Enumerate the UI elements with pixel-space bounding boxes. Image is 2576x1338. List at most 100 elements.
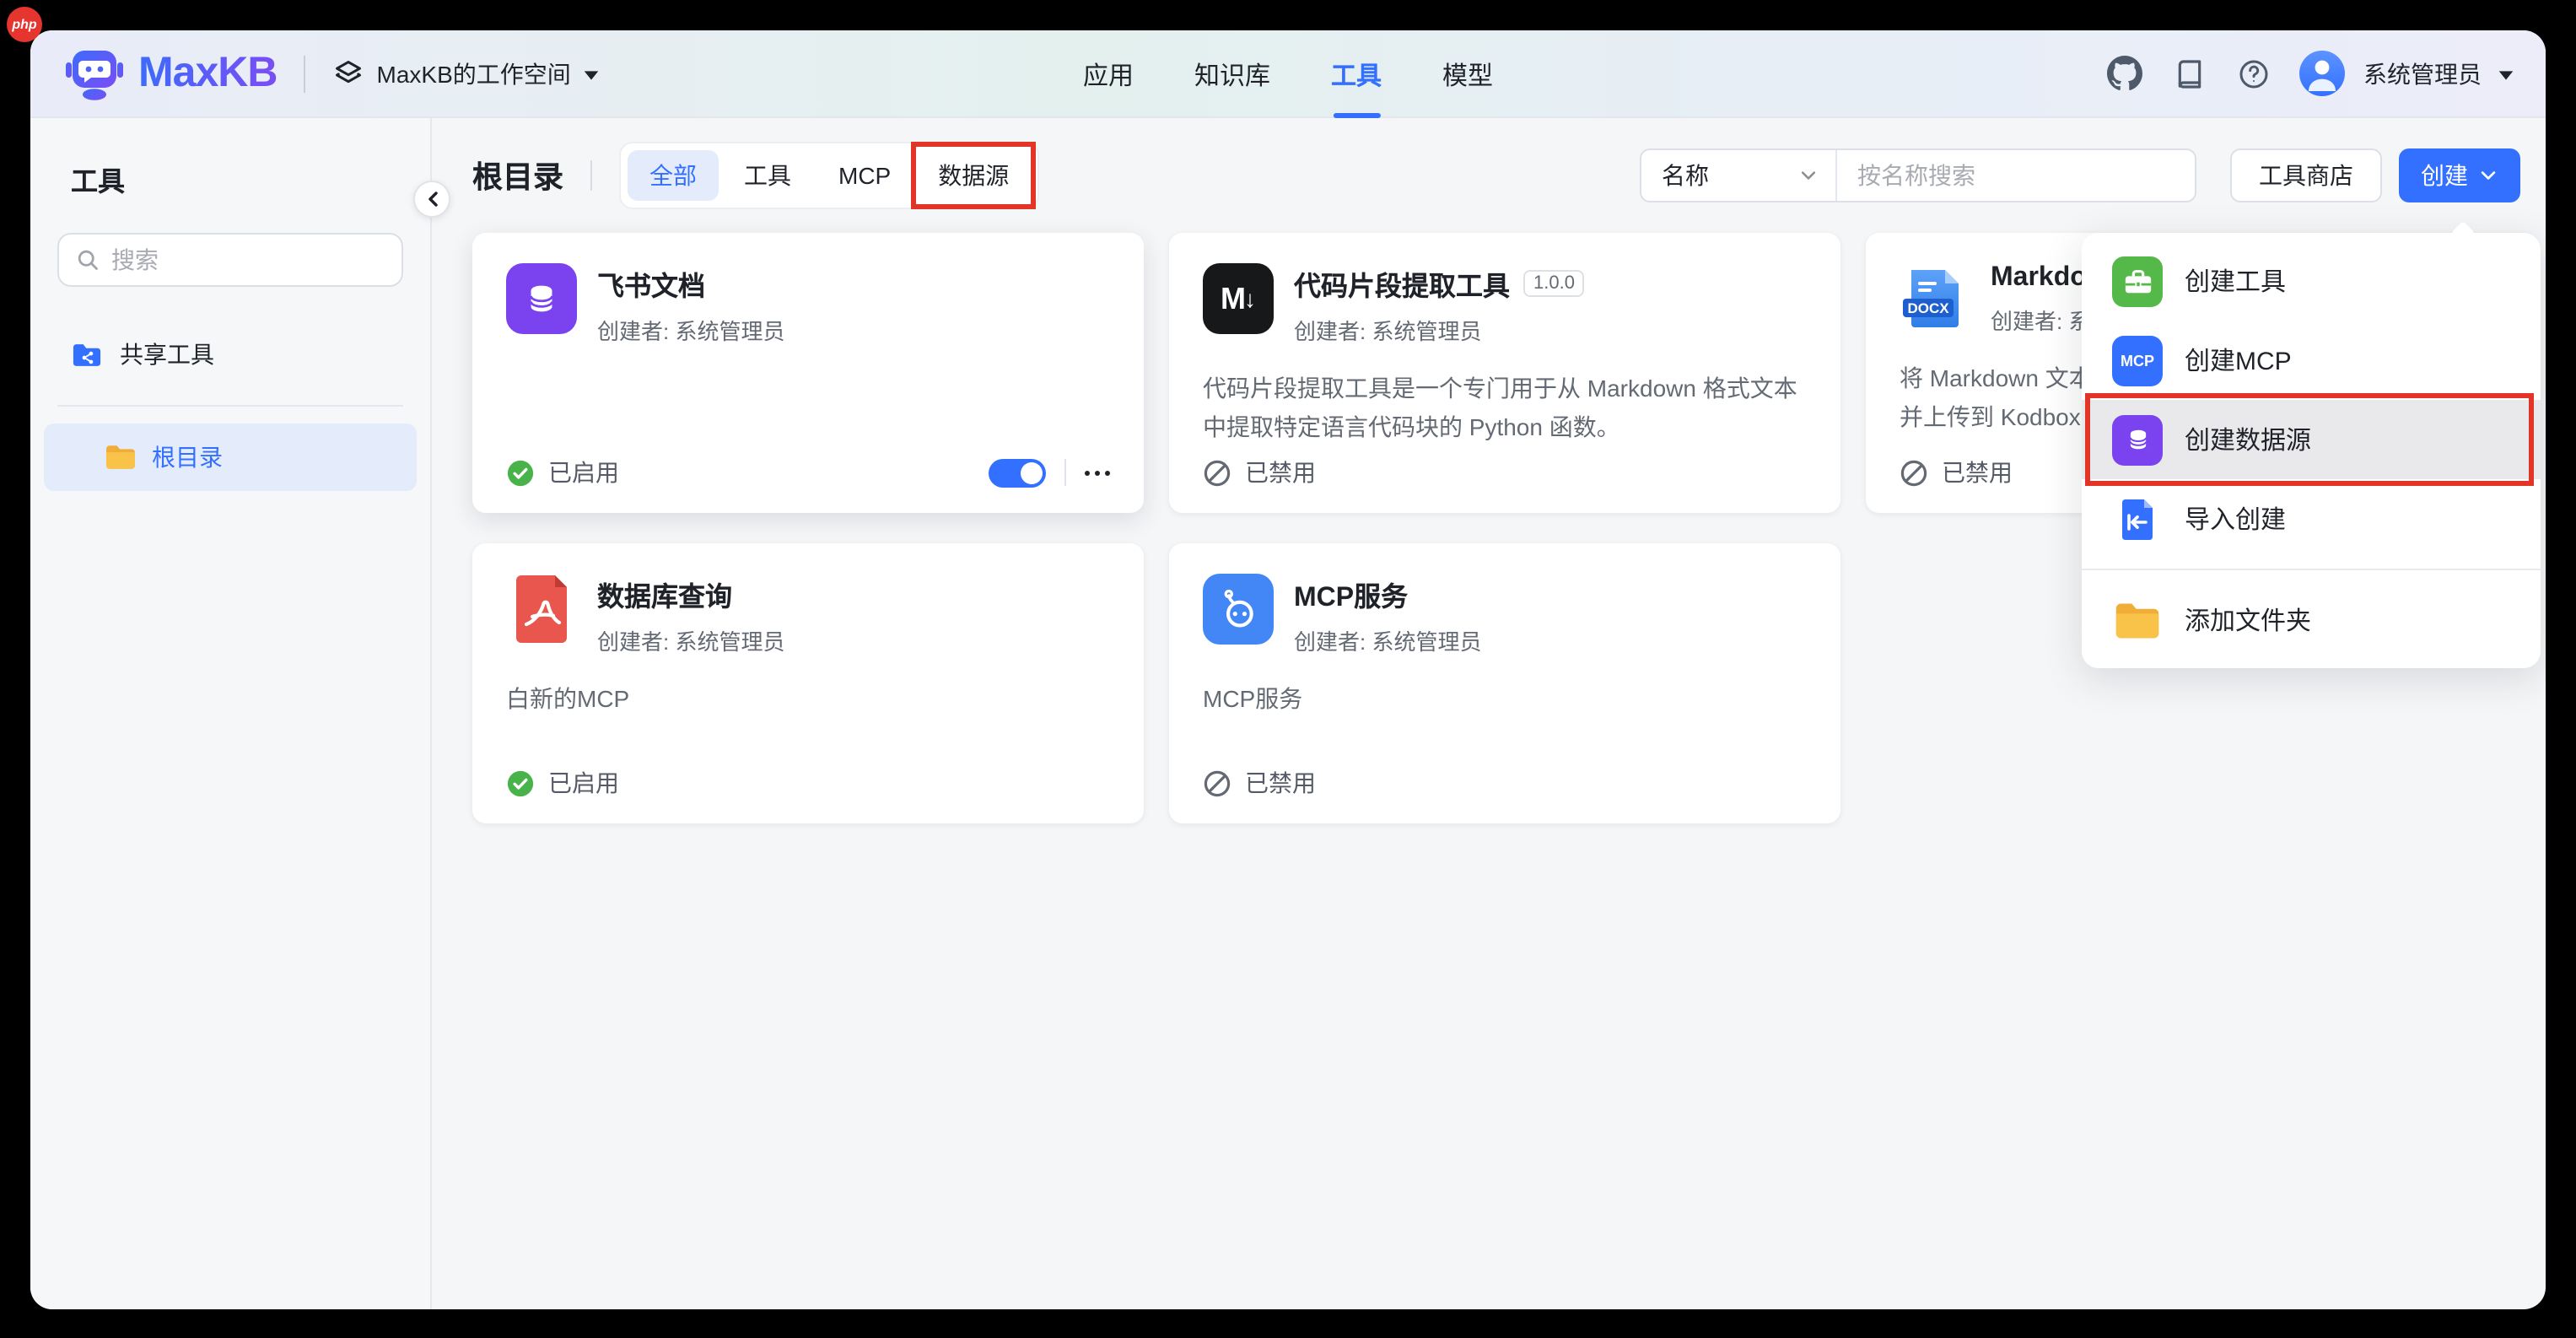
sidebar-item-root-folder[interactable]: 根目录 [44,424,417,491]
header-right: 系统管理员 [2107,51,2515,96]
status-label: 已启用 [548,456,619,489]
version-badge: 1.0.0 [1523,270,1585,297]
maxkb-logo-text: MaxKB [138,49,278,98]
shared-tools-label: 共享工具 [120,337,214,371]
menu-item-label: 创建工具 [2185,263,2286,299]
menu-item-label: 添加文件夹 [2185,602,2311,638]
card-title: 代码片段提取工具 [1294,263,1510,304]
toolbar-right: 名称 工具商店 创建 [1640,148,2520,202]
status-label: 已禁用 [1245,456,1316,489]
filter-tab-mcp[interactable]: MCP [816,154,913,197]
card-footer: 已禁用 [1203,456,1807,489]
title-divider [590,160,592,191]
filter-tab-datasource[interactable]: 数据源 [916,150,1031,201]
nav-item-knowledge[interactable]: 知识库 [1194,30,1270,118]
card-head: MCP服务 创建者: 系统管理员 [1203,574,1807,656]
search-field-select[interactable]: 名称 [1641,150,1837,201]
user-name[interactable]: 系统管理员 [2363,57,2482,90]
import-blue-icon [2112,494,2163,544]
card-creator: 创建者: 系统管理员 [597,624,784,656]
user-avatar[interactable] [2299,51,2345,96]
database-purple-icon [2112,414,2163,465]
status-label: 已禁用 [1245,766,1316,800]
nav-item-tools-label: 工具 [1331,57,1382,92]
filter-tab-datasource-label: 数据源 [938,162,1009,189]
status-label: 已启用 [548,766,619,800]
tool-card-code-extractor[interactable]: M↓ 代码片段提取工具 1.0.0 创建者: 系统管理员 代码片段提取工具是一个… [1169,233,1840,513]
header-divider [304,55,306,92]
toolbar: 根目录 全部 工具 MCP 数据源 名称 [432,118,2546,233]
toolbox-green-icon [2112,256,2163,306]
maxkb-logo[interactable]: MaxKB [64,46,278,100]
app-window: MaxKB MaxKB的工作空间 应用 知识库 工具 [30,30,2546,1309]
create-dropdown-menu: 创建工具 MCP 创建MCP 创建数据源 [2082,233,2541,668]
status-label: 已禁用 [1942,456,2013,489]
sidebar-search-input[interactable] [111,246,385,273]
menu-item-label: 导入创建 [2185,501,2286,537]
workspace-selector[interactable]: MaxKB的工作空间 [333,57,601,90]
root-folder-label: 根目录 [152,440,223,474]
workspace-label: MaxKB的工作空间 [377,57,571,90]
top-nav: 应用 知识库 工具 模型 [1083,30,1493,118]
page-title: 根目录 [472,154,563,197]
menu-item-create-tool[interactable]: 创建工具 [2082,241,2541,321]
robot-blue-icon [1203,574,1274,645]
menu-item-label: 创建数据源 [2185,422,2311,457]
card-head: M↓ 代码片段提取工具 1.0.0 创建者: 系统管理员 [1203,263,1807,346]
filter-tab-tools[interactable]: 工具 [722,150,813,201]
workspace-icon [333,57,365,89]
github-icon[interactable] [2107,56,2142,91]
sidebar-search-box[interactable] [57,233,403,287]
nav-item-apps[interactable]: 应用 [1083,30,1134,118]
tool-store-button[interactable]: 工具商店 [2230,148,2382,202]
name-search-input[interactable] [1837,150,2195,201]
user-caret-icon [2497,65,2515,82]
disabled-ban-icon [1203,769,1231,797]
menu-item-add-folder[interactable]: 添加文件夹 [2082,580,2541,660]
sidebar-collapse-button[interactable] [413,181,450,218]
card-description: MCP服务 [1203,680,1807,718]
footer-divider [1064,459,1066,486]
sidebar: 工具 共 [30,118,432,1309]
menu-item-create-mcp[interactable]: MCP 创建MCP [2082,321,2541,400]
filter-tab-group: 全部 工具 MCP 数据源 [619,142,1039,209]
card-title: 飞书文档 [597,263,705,304]
card-creator: 创建者: 系统管理员 [1294,624,1481,656]
card-footer-right [989,458,1110,487]
create-button[interactable]: 创建 [2399,148,2520,202]
sidebar-item-shared-tools[interactable]: 共享工具 [30,324,430,385]
tool-card-feishu-docs[interactable]: 飞书文档 创建者: 系统管理员 已启用 [472,233,1144,513]
active-tab-underline [1333,113,1380,118]
mcp-blue-icon: MCP [2112,335,2163,386]
card-head: 数据库查询 创建者: 系统管理员 [506,574,1110,656]
docx-blue-icon: DOCX [1900,263,1970,334]
screenshot-stage: php [0,0,2576,1338]
nav-item-tools[interactable]: 工具 [1331,30,1382,118]
menu-item-label: 创建MCP [2185,343,2292,378]
menu-item-import-create[interactable]: 导入创建 [2082,479,2541,558]
markdown-black-icon: M↓ [1203,263,1274,334]
search-field-select-value: 名称 [1662,159,1709,192]
tool-card-database-query[interactable]: 数据库查询 创建者: 系统管理员 白新的MCP 已启用 [472,543,1144,823]
search-icon [76,248,100,272]
disabled-ban-icon [1203,458,1231,487]
docs-book-icon[interactable] [2171,56,2207,91]
card-footer: 已启用 [506,766,1110,800]
menu-item-create-datasource[interactable]: 创建数据源 [2082,400,2541,479]
nav-item-models[interactable]: 模型 [1442,30,1493,118]
help-icon[interactable] [2235,56,2271,91]
card-title: MCP服务 [1294,574,1408,614]
folder-yellow-icon [2112,595,2163,645]
filter-tab-all[interactable]: 全部 [628,150,719,201]
card-footer: 已启用 [506,456,1110,489]
tool-card-mcp-service[interactable]: MCP服务 创建者: 系统管理员 MCP服务 已禁用 [1169,543,1840,823]
folder-icon [105,444,137,471]
card-title: 数据库查询 [597,574,732,614]
app-header: MaxKB MaxKB的工作空间 应用 知识库 工具 [30,30,2546,118]
workspace-caret-icon [583,65,601,82]
enable-toggle[interactable] [989,458,1046,487]
more-menu-icon[interactable] [1085,463,1110,482]
shared-folder-icon [71,340,103,369]
card-creator: 创建者: 系统管理员 [597,314,784,346]
card-footer: 已禁用 [1203,766,1807,800]
